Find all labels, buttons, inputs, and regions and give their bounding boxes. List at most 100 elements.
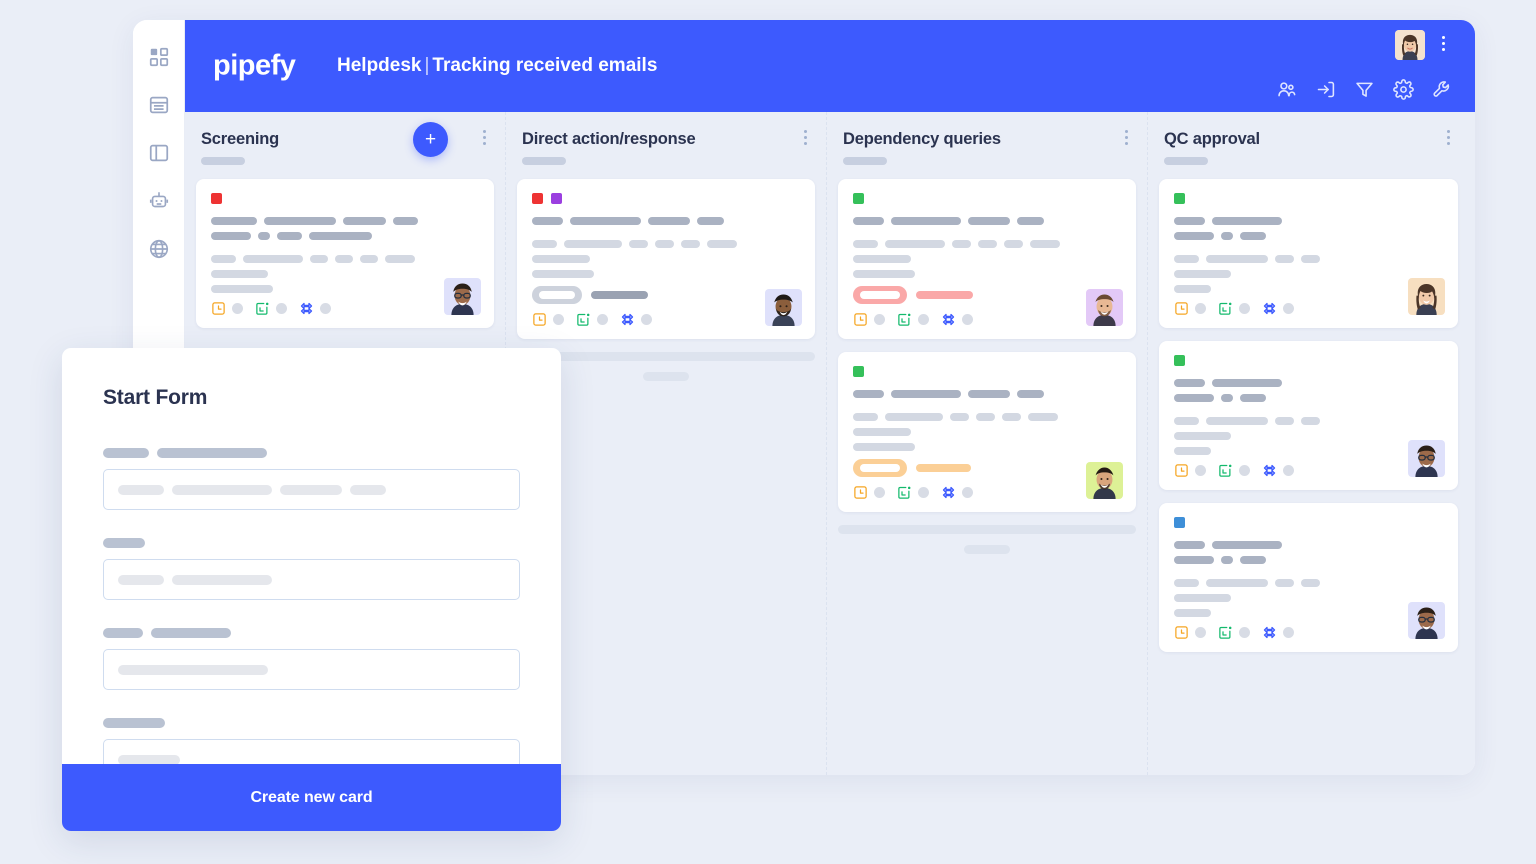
card-skeleton-bar <box>1221 556 1233 564</box>
card-skeleton-bar <box>1174 432 1231 440</box>
connected-flow-icon[interactable] <box>1262 625 1277 640</box>
calendar-check-icon[interactable] <box>1218 625 1233 640</box>
calendar-check-icon[interactable] <box>897 312 912 327</box>
app-header: pipefy Helpdesk | Tracking received emails <box>185 20 1475 112</box>
members-icon[interactable] <box>1276 79 1297 100</box>
calendar-check-icon[interactable] <box>576 312 591 327</box>
settings-gear-icon[interactable] <box>1393 79 1414 100</box>
column-more-menu[interactable] <box>478 130 490 148</box>
card-tags <box>532 193 800 204</box>
form-label-chunk <box>151 628 231 638</box>
calendar-check-icon[interactable] <box>255 301 270 316</box>
robot-icon[interactable] <box>148 190 170 212</box>
avatar[interactable] <box>1395 30 1425 60</box>
card-skeleton-bar <box>1240 394 1266 402</box>
board-card[interactable] <box>838 179 1136 339</box>
pipefy-logo[interactable]: pipefy <box>213 50 296 83</box>
card-skeleton-row <box>1174 232 1443 240</box>
connected-flow-icon[interactable] <box>941 485 956 500</box>
due-date-clock-icon[interactable] <box>853 485 868 500</box>
card-skeleton-row <box>532 240 800 248</box>
board-card[interactable] <box>1159 503 1458 652</box>
grid-dashboard-icon[interactable] <box>148 46 170 68</box>
card-tags <box>853 193 1121 204</box>
calendar-check-icon[interactable] <box>1218 301 1233 316</box>
form-field-input[interactable] <box>103 469 520 510</box>
column-more-menu[interactable] <box>1442 130 1454 148</box>
card-meta-pill <box>232 303 243 314</box>
card-title-skeleton <box>532 217 800 225</box>
database-icon[interactable] <box>148 94 170 116</box>
connected-flow-icon[interactable] <box>620 312 635 327</box>
column-load-more-placeholder[interactable] <box>517 352 815 381</box>
card-skeleton-bar <box>655 240 674 248</box>
due-date-clock-icon[interactable] <box>532 312 547 327</box>
due-date-clock-icon[interactable] <box>853 312 868 327</box>
create-new-card-button[interactable]: Create new card <box>62 764 561 831</box>
due-date-clock-icon[interactable] <box>1174 301 1189 316</box>
column-subtitle-placeholder <box>201 157 245 165</box>
card-skeleton-row <box>1174 217 1443 225</box>
card-footer <box>853 485 1121 500</box>
connected-flow-icon[interactable] <box>1262 463 1277 478</box>
card-skeleton-bar <box>335 255 353 263</box>
board-card[interactable] <box>517 179 815 339</box>
card-skeleton-row <box>853 217 1121 225</box>
card-skeleton-row <box>1174 255 1443 263</box>
import-cards-icon[interactable] <box>1315 79 1336 100</box>
card-tag <box>1174 355 1185 366</box>
card-skeleton-bar <box>1301 579 1320 587</box>
card-meta-pill <box>1195 303 1206 314</box>
card-assignee-avatar[interactable] <box>1408 278 1445 315</box>
board-card[interactable] <box>838 352 1136 512</box>
connected-flow-icon[interactable] <box>1262 301 1277 316</box>
form-field-input[interactable] <box>103 559 520 600</box>
header-more-menu[interactable] <box>1435 36 1451 56</box>
card-assignee-avatar[interactable] <box>1086 462 1123 499</box>
card-footer <box>532 312 800 327</box>
card-assignee-avatar[interactable] <box>444 278 481 315</box>
calendar-check-icon[interactable] <box>897 485 912 500</box>
wrench-icon[interactable] <box>1432 79 1453 100</box>
due-date-clock-icon[interactable] <box>1174 463 1189 478</box>
board-card[interactable] <box>196 179 494 328</box>
card-footer <box>1174 625 1443 640</box>
card-skeleton-row <box>1174 609 1443 617</box>
connected-flow-icon[interactable] <box>941 312 956 327</box>
layout-panel-icon[interactable] <box>148 142 170 164</box>
column-header: Screening + <box>196 112 494 179</box>
card-assignee-avatar[interactable] <box>1408 602 1445 639</box>
board-card[interactable] <box>1159 179 1458 328</box>
column-more-menu[interactable] <box>799 130 811 148</box>
form-value-chunk <box>350 484 386 495</box>
globe-icon[interactable] <box>148 238 170 260</box>
card-skeleton-bar <box>853 428 911 436</box>
board-card[interactable] <box>1159 341 1458 490</box>
form-label-chunk <box>103 718 165 728</box>
card-skeleton-bar <box>532 240 557 248</box>
card-assignee-avatar[interactable] <box>1086 289 1123 326</box>
title-separator: | <box>424 55 430 76</box>
calendar-check-icon[interactable] <box>1218 463 1233 478</box>
card-skeleton-bar <box>343 217 386 225</box>
filter-icon[interactable] <box>1354 79 1375 100</box>
form-field-input[interactable] <box>103 649 520 690</box>
card-skeleton-bar <box>853 390 884 398</box>
column-more-menu[interactable] <box>1120 130 1132 148</box>
card-assignee-avatar[interactable] <box>1408 440 1445 477</box>
connected-flow-icon[interactable] <box>299 301 314 316</box>
card-skeleton-row <box>853 240 1121 248</box>
load-more-pill <box>643 372 689 381</box>
card-skeleton-bar <box>1275 579 1294 587</box>
card-badge-row <box>853 286 1121 304</box>
form-field-label <box>103 628 520 638</box>
card-assignee-avatar[interactable] <box>765 289 802 326</box>
column-load-more-placeholder[interactable] <box>838 525 1136 554</box>
card-status-badge <box>853 286 907 304</box>
due-date-clock-icon[interactable] <box>1174 625 1189 640</box>
card-skeleton-bar <box>1174 417 1199 425</box>
board-title-sub: Tracking received emails <box>432 55 658 76</box>
add-card-button[interactable]: + <box>413 122 448 157</box>
column-card-list <box>517 179 815 339</box>
due-date-clock-icon[interactable] <box>211 301 226 316</box>
